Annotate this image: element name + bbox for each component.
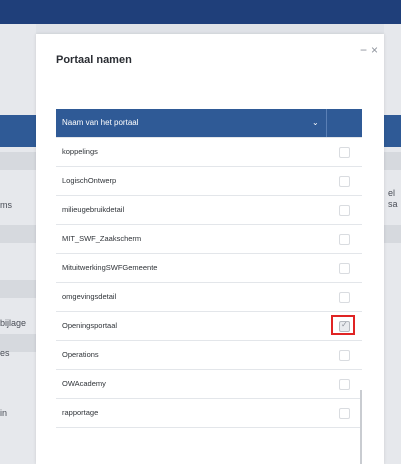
table-row[interactable]: MIT_SWF_Zaakscherm: [56, 225, 362, 254]
background-table-header-right: [384, 115, 401, 147]
background-text: in: [0, 408, 8, 418]
table-row[interactable]: milieugebruikdetail: [56, 196, 362, 225]
row-checkbox[interactable]: [339, 205, 350, 216]
row-checkbox[interactable]: [339, 176, 350, 187]
background-row: [384, 152, 401, 170]
modal-title: Portaal namen: [56, 54, 132, 66]
table-row[interactable]: LogischOntwerp: [56, 167, 362, 196]
scrollbar[interactable]: [360, 390, 362, 464]
background-text: ms: [0, 200, 12, 210]
row-checkbox[interactable]: [339, 379, 350, 390]
table-row[interactable]: koppelings: [56, 137, 362, 167]
portal-name: MIT_SWF_Zaakscherm: [62, 234, 142, 243]
sort-chevron-icon[interactable]: ⌄: [312, 109, 319, 137]
table-row[interactable]: Openingsportaal ✓: [56, 312, 362, 341]
table-row[interactable]: MituitwerkingSWFGemeente: [56, 254, 362, 283]
portal-name: Openingsportaal: [62, 321, 118, 330]
background-table-header-left: [0, 115, 36, 147]
table-row[interactable]: omgevingsdetail: [56, 283, 362, 312]
table-row[interactable]: rapportage: [56, 399, 362, 428]
checkmark-icon: ✓: [341, 320, 348, 329]
background-row: [0, 225, 36, 243]
row-checkbox[interactable]: [339, 292, 350, 303]
row-checkbox[interactable]: [339, 408, 350, 419]
row-checkbox[interactable]: [339, 350, 350, 361]
portal-name: omgevingsdetail: [62, 292, 117, 301]
row-checkbox[interactable]: ✓: [339, 320, 350, 332]
app-top-bar: [0, 0, 401, 24]
portal-name: MituitwerkingSWFGemeente: [62, 263, 158, 272]
close-button[interactable]: ×: [371, 44, 378, 56]
portal-name: LogischOntwerp: [62, 176, 117, 185]
portal-table: Naam van het portaal ⌄ koppelings Logisch…: [56, 109, 362, 428]
portal-name: milieugebruikdetail: [62, 205, 125, 214]
column-header-name[interactable]: Naam van het portaal: [56, 109, 326, 137]
background-row: [0, 280, 36, 298]
portal-names-modal: Portaal namen − × Naam van het portaal ⌄…: [36, 34, 384, 464]
row-checkbox[interactable]: [339, 263, 350, 274]
row-checkbox[interactable]: [339, 234, 350, 245]
minimize-button[interactable]: −: [360, 44, 367, 56]
table-row[interactable]: OWAcademy: [56, 370, 362, 399]
background-left-panel: [0, 24, 36, 464]
table-body: koppelings LogischOntwerp milieugebruikdet…: [56, 137, 362, 428]
background-text: el: [388, 188, 396, 198]
background-right-panel: [384, 24, 401, 464]
column-header-select: [327, 109, 362, 137]
portal-name: koppelings: [62, 147, 98, 156]
background-row: [0, 152, 36, 170]
portal-name: OWAcademy: [62, 379, 106, 388]
row-checkbox[interactable]: [339, 147, 350, 158]
background-text: sa: [388, 199, 398, 209]
background-text: es: [0, 348, 10, 358]
portal-name: Operations: [62, 350, 99, 359]
table-row[interactable]: Operations: [56, 341, 362, 370]
portal-name: rapportage: [62, 408, 99, 417]
background-text: bijlage: [0, 318, 27, 328]
table-header: Naam van het portaal ⌄: [56, 109, 362, 137]
background-row: [384, 225, 401, 243]
